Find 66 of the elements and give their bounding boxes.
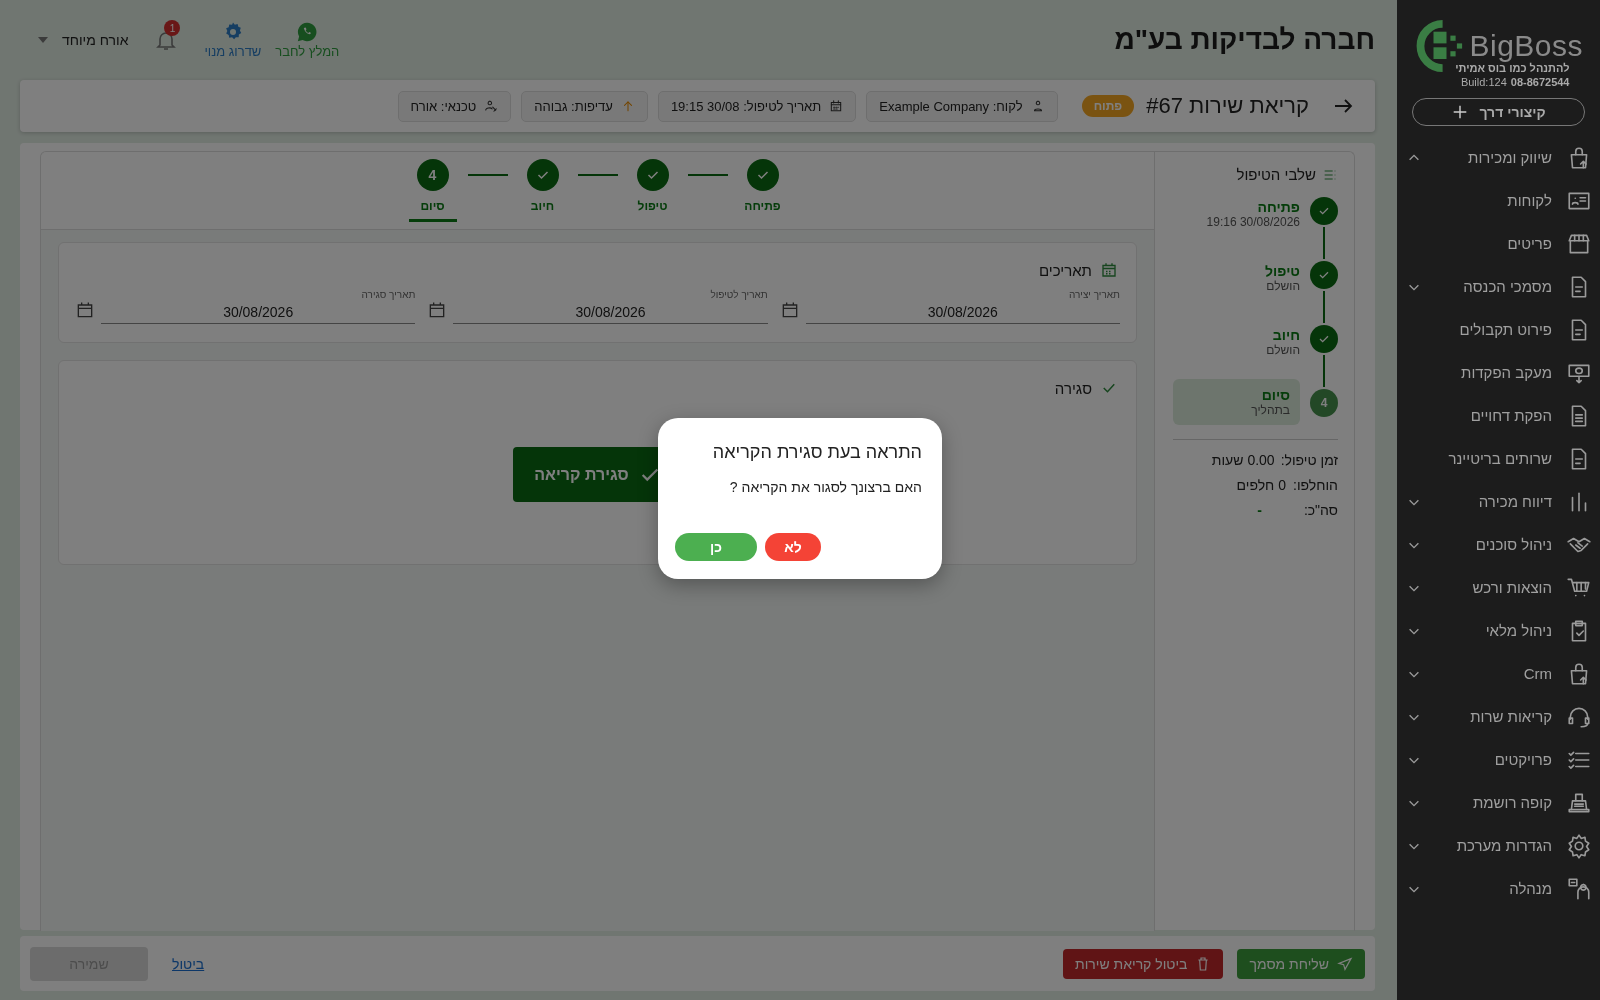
confirm-button[interactable]: כן	[675, 533, 757, 561]
field-label: תאריך סגירה	[360, 289, 416, 300]
info-chip[interactable]: טכנאי: אורח	[397, 90, 512, 122]
sidebar-item[interactable]: הוצאות ורכש	[1397, 566, 1600, 609]
sidebar-item[interactable]: Crm	[1397, 652, 1600, 695]
send-document-button[interactable]: שליחת מסמך	[1237, 948, 1365, 979]
step-title: סיום	[1261, 387, 1290, 403]
status-badge: פתוח	[1081, 95, 1135, 117]
sidebar-item[interactable]: קריאות שרות	[1397, 695, 1600, 738]
user-menu[interactable]: אורח מיוחד	[38, 32, 129, 48]
card-title: סגירה	[1054, 379, 1092, 397]
step-title: פתיחה	[1257, 199, 1300, 215]
step-title: טיפול	[1265, 263, 1300, 279]
sidebar-item[interactable]: פרויקטים	[1397, 738, 1600, 781]
info-chip[interactable]: תאריך לטיפול: 30/08 19:15	[657, 90, 857, 122]
stat-label: הוחלפו:	[1292, 477, 1338, 493]
sidebar-item[interactable]: לקוחות	[1397, 179, 1600, 222]
sidebar-item[interactable]: פירוט תקבולים	[1397, 308, 1600, 351]
build-number: Build:124	[1460, 76, 1507, 88]
sidebar-item[interactable]: ניהול מלאי	[1397, 609, 1600, 652]
step-title: חיוב	[1272, 327, 1300, 343]
dialog-title: התראה בעת סגירת הקריאה	[711, 442, 922, 463]
date-field[interactable]: 30/08/2026	[101, 302, 416, 324]
stat-value: -	[1257, 502, 1263, 518]
sidebar-item[interactable]: מעקב הפקדות	[1397, 351, 1600, 394]
stat-value: 0 חלפים	[1236, 477, 1286, 493]
date-field[interactable]: 30/08/2026	[453, 302, 768, 324]
decline-button[interactable]: לא	[765, 533, 821, 561]
cancel-ticket-button[interactable]: ביטול קריאת שירות	[1063, 948, 1224, 979]
field-label: תאריך לטיפול	[709, 289, 768, 300]
sidebar-item[interactable]: שרותים בריטיינר	[1397, 437, 1600, 480]
stat-label: סה"כ:	[1302, 502, 1338, 518]
step-status: הושלם	[1266, 279, 1300, 293]
info-chip[interactable]: לקוח: Example Company	[866, 90, 1058, 122]
step-status: 30/08/2026 19:16	[1206, 215, 1300, 229]
date-field[interactable]: 30/08/2026	[805, 302, 1120, 324]
upgrade-link[interactable]: שדרוג מנוי	[204, 21, 262, 59]
step-tab[interactable]: חיוב	[507, 159, 578, 222]
sidebar-item[interactable]: הגדרות מערכת	[1397, 824, 1600, 867]
sidebar-item[interactable]: מסמכי הכנסה	[1397, 265, 1600, 308]
field-label: תאריך יצירה	[1067, 289, 1120, 300]
ticket-title: קריאת שירות #67	[1146, 93, 1309, 119]
info-chip[interactable]: עדיפות: גבוהה	[521, 90, 648, 122]
card-title: תאריכים	[1038, 261, 1092, 279]
cancel-link[interactable]: ביטול	[172, 955, 205, 972]
dialog-message: האם ברצונך לסגור את הקריאה ?	[728, 479, 922, 495]
panel-title: שלבי הטיפול	[1236, 166, 1316, 183]
sidebar-item[interactable]: ניהול סוכנים	[1397, 523, 1600, 566]
step-status: בתהליך	[1251, 403, 1290, 417]
step-tab[interactable]: טיפול	[617, 159, 688, 222]
sidebar-item[interactable]: מנהלה	[1397, 867, 1600, 910]
sidebar-item[interactable]: שיווק ומכירות	[1397, 136, 1600, 179]
phone-number: 08-8672544	[1510, 76, 1570, 88]
brand-name: BigBoss	[1469, 29, 1584, 62]
step-status: הושלם	[1266, 343, 1300, 357]
step-marker: 4	[1310, 389, 1338, 417]
sidebar-item[interactable]: הפקת דחויים	[1397, 394, 1600, 437]
step-tab[interactable]: פתיחה	[727, 159, 798, 222]
sidebar-item[interactable]: דיווח מכירה	[1397, 480, 1600, 523]
sidebar-item[interactable]: קופה רושמת	[1397, 781, 1600, 824]
brand-tagline: להתנהל כמו בוס אמיתי	[1455, 62, 1571, 74]
sidebar-item[interactable]: פריטים	[1397, 222, 1600, 265]
notification-badge: 1	[164, 20, 181, 36]
stat-label: זמן טיפול:	[1280, 452, 1338, 468]
stat-value: 0.00 שעות	[1211, 452, 1275, 468]
company-title: חברה לבדיקות בע"מ	[1114, 24, 1375, 56]
